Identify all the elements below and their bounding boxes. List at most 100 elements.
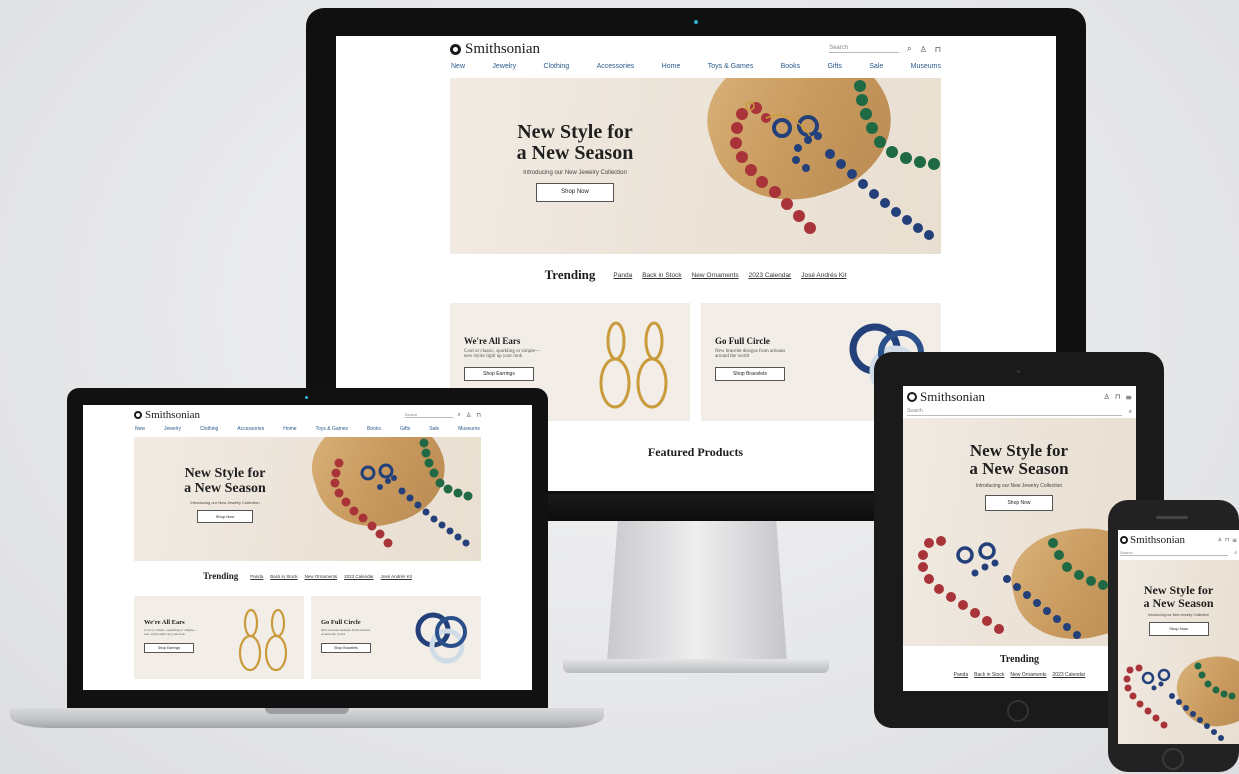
tablet-camera: [1017, 370, 1020, 373]
smithsonian-sunburst-icon: [1120, 536, 1128, 544]
shop-earrings-button[interactable]: Shop Earrings: [144, 643, 194, 653]
site-header: Smithsonian Search ⌕ ♙ ⊓: [134, 408, 481, 422]
nav-item-museums[interactable]: Museums: [911, 63, 941, 70]
brand-logo[interactable]: Smithsonian: [134, 409, 200, 421]
shopping-bag-icon[interactable]: ⊓: [1115, 393, 1120, 401]
phone-screen: Smithsonian ♙ ⊓ ≡ Search ⌕ New Style for…: [1118, 530, 1239, 744]
hamburger-menu-icon[interactable]: ≡: [1125, 393, 1132, 402]
brand-logo[interactable]: Smithsonian: [450, 41, 540, 58]
hero-subtitle: Introducing our New Jewelry Collection: [523, 170, 627, 176]
nav-item-sale[interactable]: Sale: [429, 426, 439, 432]
trending-link-back-in-stock[interactable]: Back in Stock: [270, 574, 297, 579]
promo-card-bracelets[interactable]: Go Full Circle New bracelet designs from…: [311, 596, 481, 679]
shopping-bag-icon[interactable]: ⊓: [476, 412, 481, 419]
trending-link-jose-andres-kit[interactable]: José Andrés Kit: [381, 574, 412, 579]
trending-title: Trending: [999, 654, 1040, 665]
shop-bracelets-button[interactable]: Shop Bracelets: [321, 643, 371, 653]
trending-link-panda[interactable]: Panda: [613, 272, 632, 279]
search-input[interactable]: Search: [829, 45, 900, 53]
tablet-home-button[interactable]: [1007, 700, 1029, 722]
hero-banner[interactable]: New Style for a New Season Introducing o…: [134, 437, 481, 561]
shopping-bag-icon[interactable]: ⊓: [1225, 537, 1229, 543]
nav-item-sale[interactable]: Sale: [869, 63, 883, 70]
nav-item-gifts[interactable]: Gifts: [400, 426, 410, 432]
promo-copy: We're All Ears Cool or classic, sparklin…: [464, 336, 584, 381]
search-input[interactable]: Search: [404, 412, 453, 418]
search-input[interactable]: Search: [907, 408, 1122, 416]
promo-card-earrings[interactable]: We're All Ears Cool or classic, sparklin…: [134, 596, 304, 679]
featured-products-title: Featured Products: [647, 445, 744, 459]
promo-text-line2: new styles light up your look: [144, 632, 185, 636]
search-icon[interactable]: ⌕: [907, 44, 911, 54]
desktop-monitor-foot: [563, 659, 829, 673]
hero-banner[interactable]: New Style for a New Season Introducing o…: [903, 418, 1136, 646]
trending-link-panda[interactable]: Panda: [954, 672, 968, 678]
shopping-bag-icon[interactable]: ⊓: [935, 45, 941, 54]
nav-item-gifts[interactable]: Gifts: [827, 63, 841, 70]
earrings-image: [599, 321, 668, 409]
shop-now-button[interactable]: Shop Now: [536, 183, 614, 202]
laptop-webcam-light: [305, 396, 308, 399]
shop-now-button[interactable]: Shop Now: [985, 494, 1053, 511]
site-header: Smithsonian ♙ ⊓ ≡: [907, 389, 1132, 405]
nav-item-accessories[interactable]: Accessories: [237, 426, 264, 432]
promo-text-line2: new styles light up your look: [464, 354, 523, 359]
hero-copy: New Style for a New Season Introducing o…: [170, 466, 280, 524]
nav-item-new[interactable]: New: [451, 63, 465, 70]
nav-item-home[interactable]: Home: [283, 426, 296, 432]
hero-title-line1: New Style for: [517, 121, 633, 143]
nav-item-museums[interactable]: Museums: [458, 426, 480, 432]
trending-link-calendar[interactable]: 2023 Calendar: [749, 272, 792, 279]
trending-section: Trending Panda Back in Stock New Ornamen…: [903, 654, 1136, 678]
necklace-image: [730, 80, 940, 240]
trending-link-new-ornaments[interactable]: New Ornaments: [1010, 672, 1046, 678]
hero-title-line1: New Style for: [184, 466, 266, 481]
nav-item-home[interactable]: Home: [662, 63, 681, 70]
hamburger-menu-icon[interactable]: ≡: [1232, 537, 1237, 544]
brand-name: Smithsonian: [145, 409, 201, 421]
nav-item-books[interactable]: Books: [367, 426, 381, 432]
nav-item-books[interactable]: Books: [781, 63, 800, 70]
header-tools: Search ⌕ ♙ ⊓: [829, 44, 941, 54]
hero-banner[interactable]: New Style for a New Season Introducing o…: [450, 78, 941, 254]
search-icon[interactable]: ⌕: [1129, 408, 1132, 416]
phone-home-button[interactable]: [1162, 748, 1184, 770]
bracelets-image: [415, 612, 467, 664]
shop-earrings-button[interactable]: Shop Earrings: [464, 367, 534, 381]
trending-link-jose-andres-kit[interactable]: José Andrés Kit: [801, 272, 846, 279]
nav-item-toys-games[interactable]: Toys & Games: [316, 426, 349, 432]
user-icon[interactable]: ♙: [466, 412, 471, 419]
trending-link-back-in-stock[interactable]: Back in Stock: [642, 272, 681, 279]
shop-now-button[interactable]: Shop Now: [197, 510, 253, 524]
trending-title: Trending: [544, 267, 596, 282]
shop-bracelets-button[interactable]: Shop Bracelets: [715, 367, 785, 381]
trending-link-calendar[interactable]: 2023 Calendar: [344, 574, 374, 579]
shop-now-button[interactable]: Shop Now: [1148, 622, 1209, 637]
nav-item-toys-games[interactable]: Toys & Games: [708, 63, 754, 70]
trending-link-back-in-stock[interactable]: Back in Stock: [974, 672, 1004, 678]
nav-item-jewelry[interactable]: Jewelry: [492, 63, 516, 70]
trending-link-new-ornaments[interactable]: New Ornaments: [305, 574, 338, 579]
trending-link-calendar[interactable]: 2023 Calendar: [1053, 672, 1086, 678]
hero-subtitle: Introducing our New Jewelry Collection: [975, 482, 1063, 489]
main-nav: New Jewelry Clothing Accessories Home To…: [451, 63, 941, 70]
trending-link-new-ornaments[interactable]: New Ornaments: [692, 272, 739, 279]
user-icon[interactable]: ♙: [1104, 393, 1110, 401]
search-bar: Search ⌕: [1120, 550, 1237, 556]
search-input[interactable]: Search: [1120, 550, 1228, 556]
search-icon[interactable]: ⌕: [458, 411, 461, 419]
nav-item-clothing[interactable]: Clothing: [544, 63, 570, 70]
nav-item-clothing[interactable]: Clothing: [200, 426, 218, 432]
hero-banner[interactable]: New Style for a New Season Introducing o…: [1118, 560, 1239, 744]
brand-logo[interactable]: Smithsonian: [907, 389, 985, 405]
nav-item-new[interactable]: New: [135, 426, 145, 432]
user-icon[interactable]: ♙: [920, 45, 927, 54]
promo-title: Go Full Circle: [321, 619, 361, 626]
brand-logo[interactable]: Smithsonian: [1120, 534, 1185, 546]
search-icon[interactable]: ⌕: [1234, 550, 1237, 556]
user-icon[interactable]: ♙: [1218, 537, 1222, 543]
nav-item-jewelry[interactable]: Jewelry: [164, 426, 181, 432]
trending-bar: Trending Panda Back in Stock New Ornamen…: [134, 569, 481, 583]
trending-link-panda[interactable]: Panda: [250, 574, 263, 579]
nav-item-accessories[interactable]: Accessories: [597, 63, 635, 70]
